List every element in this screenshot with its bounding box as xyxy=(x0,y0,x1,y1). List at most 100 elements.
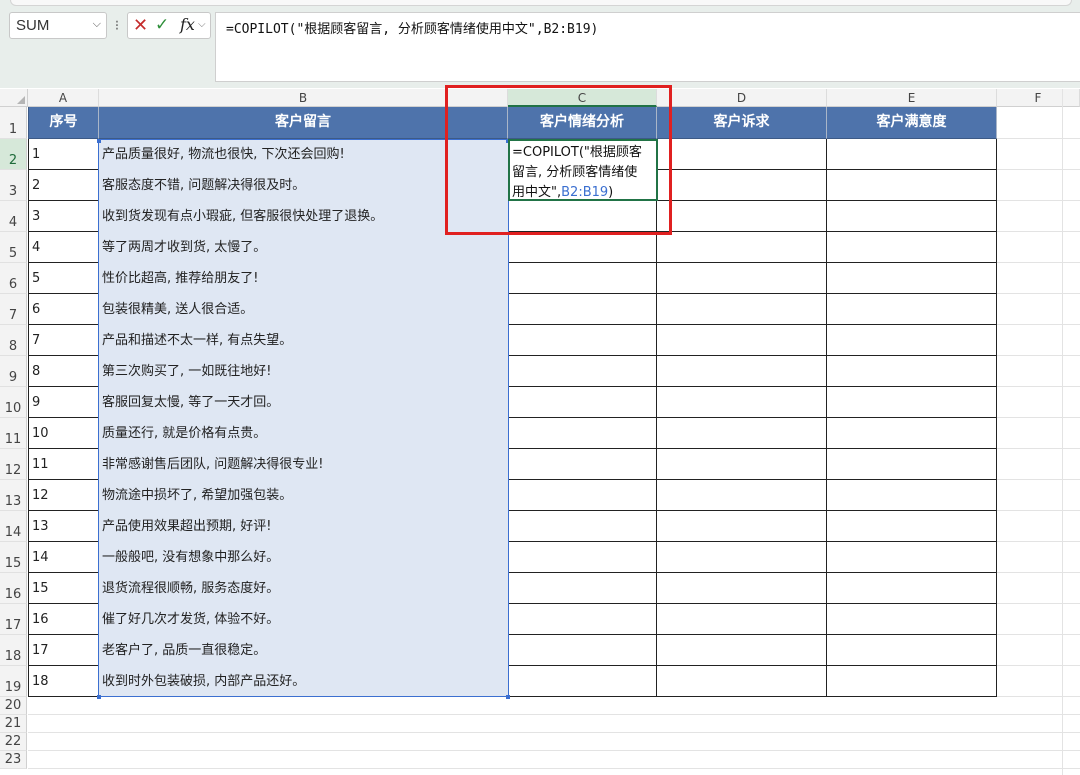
cell-d[interactable] xyxy=(657,387,827,418)
empty-cell[interactable] xyxy=(997,325,1080,356)
empty-cell[interactable] xyxy=(997,635,1080,666)
cell-serial[interactable]: 4 xyxy=(28,232,99,263)
chevron-down-icon[interactable]: ⌵ xyxy=(198,19,206,30)
cell-d[interactable] xyxy=(657,263,827,294)
cell-serial[interactable]: 15 xyxy=(28,573,99,604)
empty-cell[interactable] xyxy=(997,480,1080,511)
cell-d[interactable] xyxy=(657,325,827,356)
more-options-icon[interactable]: ⁝ xyxy=(112,14,122,38)
empty-cell[interactable] xyxy=(997,201,1080,232)
range-handle[interactable] xyxy=(97,695,101,699)
cell-e[interactable] xyxy=(827,573,997,604)
cell-serial[interactable]: 10 xyxy=(28,418,99,449)
cell-d[interactable] xyxy=(657,480,827,511)
empty-cell[interactable] xyxy=(997,604,1080,635)
cell-e[interactable] xyxy=(827,294,997,325)
row-header-19[interactable]: 19 xyxy=(0,666,27,697)
header-cell-e[interactable]: 客户满意度 xyxy=(827,107,997,139)
row-header-1[interactable]: 1 xyxy=(0,107,27,139)
row-header-16[interactable]: 16 xyxy=(0,573,27,604)
row-header-2[interactable]: 2 xyxy=(0,139,27,170)
row-header-3[interactable]: 3 xyxy=(0,170,27,201)
empty-cell[interactable] xyxy=(997,356,1080,387)
cell-e[interactable] xyxy=(827,635,997,666)
column-header-d[interactable]: D xyxy=(657,89,827,107)
formula-bar[interactable]: =COPILOT("根据顾客留言, 分析顾客情绪使用中文",B2:B19) xyxy=(215,12,1080,82)
cell-serial[interactable]: 18 xyxy=(28,666,99,697)
cell-c[interactable] xyxy=(508,573,657,604)
cell-d[interactable] xyxy=(657,232,827,263)
row-header-17[interactable]: 17 xyxy=(0,604,27,635)
row-header-14[interactable]: 14 xyxy=(0,511,27,542)
cell-serial[interactable]: 7 xyxy=(28,325,99,356)
cell-e[interactable] xyxy=(827,480,997,511)
cell-d[interactable] xyxy=(657,449,827,480)
empty-cell[interactable] xyxy=(997,263,1080,294)
cell-e[interactable] xyxy=(827,201,997,232)
cell-c[interactable] xyxy=(508,232,657,263)
empty-cell[interactable] xyxy=(997,697,1080,715)
cell-c[interactable] xyxy=(508,511,657,542)
range-handle[interactable] xyxy=(506,695,510,699)
cell-c[interactable] xyxy=(508,480,657,511)
cell-serial[interactable]: 12 xyxy=(28,480,99,511)
cancel-icon[interactable]: ✕ xyxy=(133,15,148,36)
column-header-e[interactable]: E xyxy=(827,89,997,107)
cell-c[interactable] xyxy=(508,356,657,387)
row-header-10[interactable]: 10 xyxy=(0,387,27,418)
cell-e[interactable] xyxy=(827,449,997,480)
cell-serial[interactable]: 8 xyxy=(28,356,99,387)
cell-e[interactable] xyxy=(827,542,997,573)
empty-cell[interactable] xyxy=(997,666,1080,697)
row-header-7[interactable]: 7 xyxy=(0,294,27,325)
range-handle[interactable] xyxy=(97,139,101,143)
empty-row[interactable] xyxy=(28,715,997,733)
column-header-f[interactable]: F xyxy=(997,89,1080,107)
empty-cell[interactable] xyxy=(997,733,1080,751)
cell-serial[interactable]: 17 xyxy=(28,635,99,666)
cell-e[interactable] xyxy=(827,263,997,294)
cell-d[interactable] xyxy=(657,418,827,449)
cell-d[interactable] xyxy=(657,139,827,170)
empty-cell[interactable] xyxy=(997,170,1080,201)
row-header-4[interactable]: 4 xyxy=(0,201,27,232)
empty-cell[interactable] xyxy=(997,139,1080,170)
cell-c[interactable] xyxy=(508,263,657,294)
cell-c[interactable] xyxy=(508,449,657,480)
empty-row[interactable] xyxy=(28,751,997,769)
cell-c[interactable] xyxy=(508,666,657,697)
cell-d[interactable] xyxy=(657,666,827,697)
cell-serial[interactable]: 16 xyxy=(28,604,99,635)
empty-cell[interactable] xyxy=(997,751,1080,769)
empty-cell[interactable] xyxy=(997,232,1080,263)
empty-cell[interactable] xyxy=(997,511,1080,542)
cell-serial[interactable]: 5 xyxy=(28,263,99,294)
empty-cell[interactable] xyxy=(997,387,1080,418)
row-header-18[interactable]: 18 xyxy=(0,635,27,666)
cell-c[interactable] xyxy=(508,418,657,449)
cell-c[interactable] xyxy=(508,635,657,666)
row-header-20[interactable]: 20 xyxy=(0,697,27,715)
row-header-9[interactable]: 9 xyxy=(0,356,27,387)
cell-c[interactable] xyxy=(508,542,657,573)
header-cell-a[interactable]: 序号 xyxy=(28,107,99,139)
cell-c[interactable] xyxy=(508,387,657,418)
cell-d[interactable] xyxy=(657,356,827,387)
cell-e[interactable] xyxy=(827,170,997,201)
cell-c[interactable] xyxy=(508,604,657,635)
row-header-11[interactable]: 11 xyxy=(0,418,27,449)
select-all-corner[interactable] xyxy=(0,89,28,107)
row-header-5[interactable]: 5 xyxy=(0,232,27,263)
cell-serial[interactable]: 3 xyxy=(28,201,99,232)
insert-function-icon[interactable]: fx xyxy=(180,15,195,34)
cell-d[interactable] xyxy=(657,294,827,325)
row-header-12[interactable]: 12 xyxy=(0,449,27,480)
cell-d[interactable] xyxy=(657,542,827,573)
header-cell-d[interactable]: 客户诉求 xyxy=(657,107,827,139)
row-header-8[interactable]: 8 xyxy=(0,325,27,356)
empty-cell[interactable] xyxy=(997,715,1080,733)
name-box[interactable]: SUM ⌵ xyxy=(9,12,107,39)
column-header-a[interactable]: A xyxy=(28,89,99,107)
cell-c[interactable] xyxy=(508,294,657,325)
row-header-13[interactable]: 13 xyxy=(0,480,27,511)
